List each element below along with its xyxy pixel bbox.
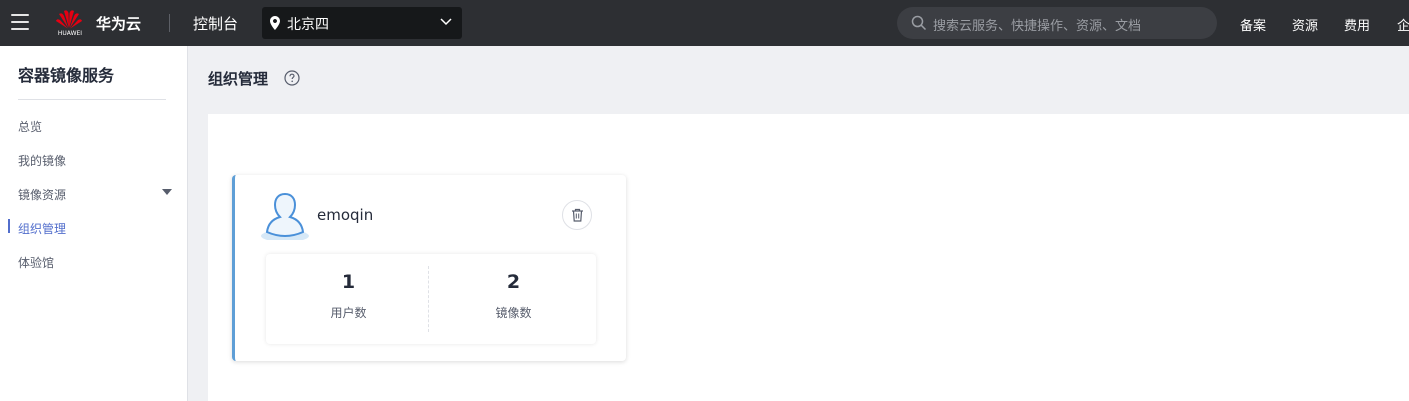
sidebar-item-org-management[interactable]: 组织管理 <box>18 220 66 237</box>
sidebar-divider <box>18 99 166 100</box>
chevron-down-icon <box>440 18 452 26</box>
image-count: 2 <box>506 271 521 293</box>
organization-card[interactable]: emoqin 1 用户数 2 镜像数 <box>232 175 626 361</box>
sidebar-item-my-images[interactable]: 我的镜像 <box>18 152 66 169</box>
sidebar-item-experience-hall[interactable]: 体验馆 <box>18 254 54 271</box>
user-count-label: 用户数 <box>330 306 367 320</box>
delete-button[interactable] <box>562 200 592 230</box>
search-placeholder: 搜索云服务、快捷操作、资源、文档 <box>933 19 1142 34</box>
stat-images: 2 镜像数 <box>431 254 596 344</box>
help-icon[interactable] <box>284 70 300 86</box>
console-link[interactable]: 控制台 <box>193 13 238 34</box>
region-label: 北京四 <box>287 17 329 33</box>
top-navigation-bar: HUAWEI 华为云 控制台 北京四 搜索云服务、快捷操作、资源、文档 备案 资… <box>0 0 1409 46</box>
sidebar-item-image-resources[interactable]: 镜像资源 <box>18 186 66 203</box>
sidebar-title: 容器镜像服务 <box>18 66 115 85</box>
location-pin-icon <box>270 16 280 30</box>
organization-stats: 1 用户数 2 镜像数 <box>266 254 596 344</box>
organization-name: emoqin <box>317 206 374 224</box>
search-icon <box>911 15 927 31</box>
page-title: 组织管理 <box>208 70 269 88</box>
global-search-input[interactable]: 搜索云服务、快捷操作、资源、文档 <box>897 7 1217 39</box>
brand-name[interactable]: 华为云 <box>96 13 141 34</box>
active-indicator <box>8 219 10 233</box>
trash-icon <box>572 208 583 222</box>
nav-link-resources[interactable]: 资源 <box>1292 15 1318 34</box>
stat-divider <box>428 266 429 332</box>
sidebar-item-overview[interactable]: 总览 <box>18 118 42 135</box>
topbar-divider <box>169 14 170 32</box>
logo-text: HUAWEI <box>57 30 83 37</box>
organization-avatar-icon <box>261 192 309 240</box>
nav-link-filing[interactable]: 备案 <box>1240 15 1266 34</box>
image-count-label: 镜像数 <box>495 306 532 320</box>
menu-icon[interactable] <box>11 14 29 30</box>
nav-link-enterprise[interactable]: 企 <box>1397 15 1409 34</box>
nav-link-billing[interactable]: 费用 <box>1344 15 1370 34</box>
user-count: 1 <box>341 271 356 293</box>
region-selector[interactable]: 北京四 <box>262 7 462 39</box>
stat-users: 1 用户数 <box>266 254 431 344</box>
caret-down-icon[interactable] <box>162 189 172 195</box>
